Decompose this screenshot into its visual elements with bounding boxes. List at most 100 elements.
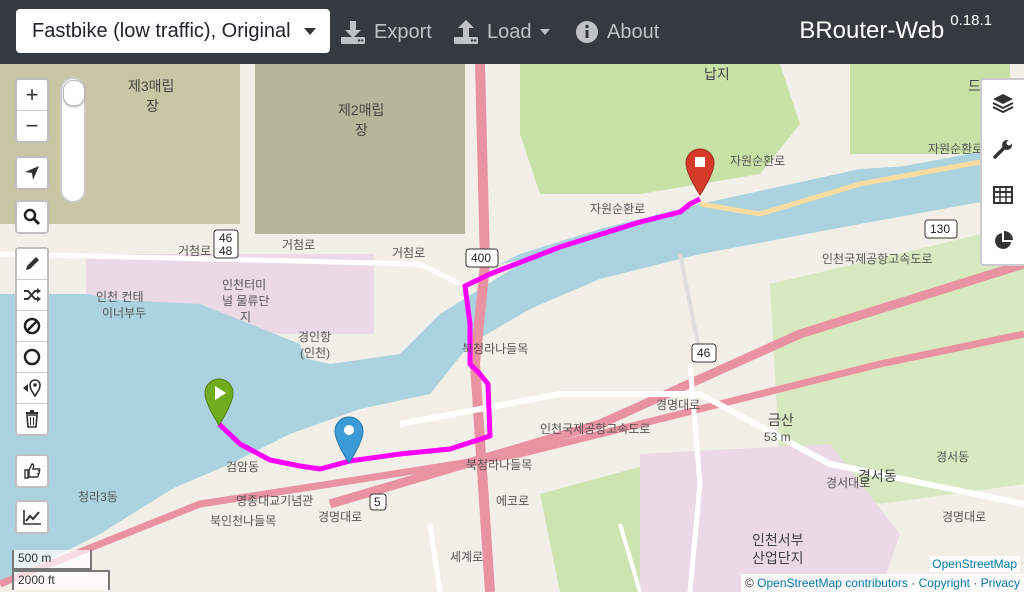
separator: · (973, 576, 978, 590)
map-label: 산업단지 (752, 550, 804, 566)
customize-control (15, 454, 49, 488)
map-label: 북인천나들목 (210, 514, 277, 528)
map-label: 경서대로 (826, 476, 871, 490)
road-shield: 46 (697, 346, 711, 360)
chevron-down-icon (304, 28, 316, 35)
delete-icon[interactable] (17, 404, 47, 434)
map-canvas[interactable]: 제3매립 장 제2매립 장 드림파 자원순환로 자원순환로 자원순환로 거첨로 … (0, 64, 1024, 592)
export-button[interactable]: Export (340, 16, 432, 48)
map-tiles (0, 64, 1024, 592)
load-button[interactable]: Load (453, 16, 550, 48)
map-label: 에코로 (496, 494, 530, 508)
stop-icon (695, 157, 705, 167)
circle-icon[interactable] (17, 342, 47, 373)
road-shield: 5 (374, 495, 381, 509)
map-label: 거첨로 (282, 238, 316, 252)
map-label: 제2매립 (338, 102, 385, 118)
app-brand: BRouter-Web 0.18.1 (799, 12, 992, 45)
caret-down-icon (539, 29, 550, 35)
draw-route-icon[interactable] (17, 249, 47, 280)
locate-control (15, 156, 49, 190)
map-label: 지 (240, 310, 252, 324)
version-label: 0.18.1 (950, 12, 992, 29)
map-label: 북청라나들목 (462, 342, 529, 356)
road-shield: 400 (471, 251, 492, 265)
privacy-link[interactable]: Privacy (981, 576, 1020, 590)
map-label: (인천) (300, 346, 331, 360)
map-label: 인천국제공항고속도로 (822, 252, 933, 266)
map-label: 이너부두 (102, 306, 147, 320)
via-marker[interactable] (333, 414, 365, 464)
map-label: 자원순환로 (928, 142, 984, 156)
map-label: 경서동 (936, 450, 970, 464)
routing-profile-select[interactable]: Fastbike (low traffic), Original (16, 9, 330, 53)
map-label: 영종대교기념관 (236, 494, 314, 508)
map-label: 경명대로 (942, 510, 987, 524)
layers-icon[interactable] (982, 80, 1024, 126)
osm-contributors-link[interactable]: OpenStreetMap contributors (757, 576, 908, 590)
pie-chart-icon[interactable] (982, 218, 1024, 264)
upload-icon (454, 20, 478, 44)
osm-layer-tag[interactable]: OpenStreetMap (929, 556, 1020, 572)
map-label: 경인항 (298, 330, 332, 344)
elevation-control (15, 500, 49, 534)
map-label: 경명대로 (318, 510, 363, 524)
wrench-icon[interactable] (982, 126, 1024, 172)
about-button[interactable]: About (575, 16, 659, 48)
brand-name: BRouter-Web (799, 17, 945, 44)
map-label: 세계로 (450, 550, 484, 564)
route-tools-control (15, 247, 49, 436)
map-label: 인천서부 (752, 532, 804, 548)
end-marker[interactable] (684, 146, 716, 196)
info-icon (576, 21, 598, 43)
map-label: 인천 컨테 (96, 290, 144, 304)
map-label: 53 m (764, 430, 791, 444)
copyright-link[interactable]: Copyright (919, 576, 970, 590)
copyright-symbol: © (744, 576, 754, 590)
routing-profile-label: Fastbike (low traffic), Original (32, 19, 291, 42)
reverse-route-icon[interactable] (17, 373, 47, 404)
road-shield: 46 (219, 231, 233, 245)
top-navbar: Fastbike (low traffic), Original Export … (0, 0, 1024, 64)
attribution-bar: © OpenStreetMap contributors · Copyright… (740, 574, 1024, 592)
zoom-in-button[interactable]: + (17, 80, 47, 111)
download-icon (341, 21, 365, 44)
map-label: 금산 (768, 412, 794, 428)
opacity-slider[interactable] (60, 77, 86, 203)
map-label: 자원순환로 (590, 202, 646, 216)
map-label: 장 (146, 98, 159, 114)
map-label: 인천국제공항고속도로 (540, 422, 651, 436)
about-label: About (607, 20, 660, 43)
map-label: 청라3동 (78, 490, 118, 504)
table-icon[interactable] (982, 172, 1024, 218)
locate-icon[interactable] (17, 158, 47, 188)
map-label: 거첨로 (392, 246, 426, 260)
start-marker[interactable] (203, 376, 235, 426)
scale-imperial: 2000 ft (12, 570, 110, 590)
map-label: 거첨로 (178, 244, 212, 258)
export-label: Export (374, 20, 432, 43)
elevation-icon[interactable] (17, 502, 47, 532)
zoom-out-button[interactable]: − (17, 111, 47, 141)
scale-metric: 500 m (12, 550, 92, 570)
load-label: Load (487, 20, 532, 43)
separator: · (911, 576, 916, 590)
map-label: 검암동 (226, 460, 260, 474)
map-label: 북청라나들목 (466, 458, 533, 472)
no-go-icon[interactable] (17, 311, 47, 342)
map-label: 경명대로 (656, 398, 701, 412)
road-shield: 48 (219, 244, 233, 258)
shuffle-icon[interactable] (17, 280, 47, 311)
right-controls (980, 78, 1024, 266)
road-shield: 130 (930, 222, 951, 236)
search-control (15, 200, 49, 234)
thumb-icon[interactable] (17, 456, 47, 486)
slider-handle[interactable] (63, 80, 85, 106)
map-label: 납지 (704, 66, 730, 82)
map-label: 널 물류단 (222, 294, 270, 308)
zoom-control: + − (15, 78, 49, 143)
search-icon[interactable] (17, 202, 47, 232)
map-label: 인천터미 (222, 278, 267, 292)
map-label: 장 (355, 122, 368, 138)
map-label: 자원순환로 (730, 154, 786, 168)
